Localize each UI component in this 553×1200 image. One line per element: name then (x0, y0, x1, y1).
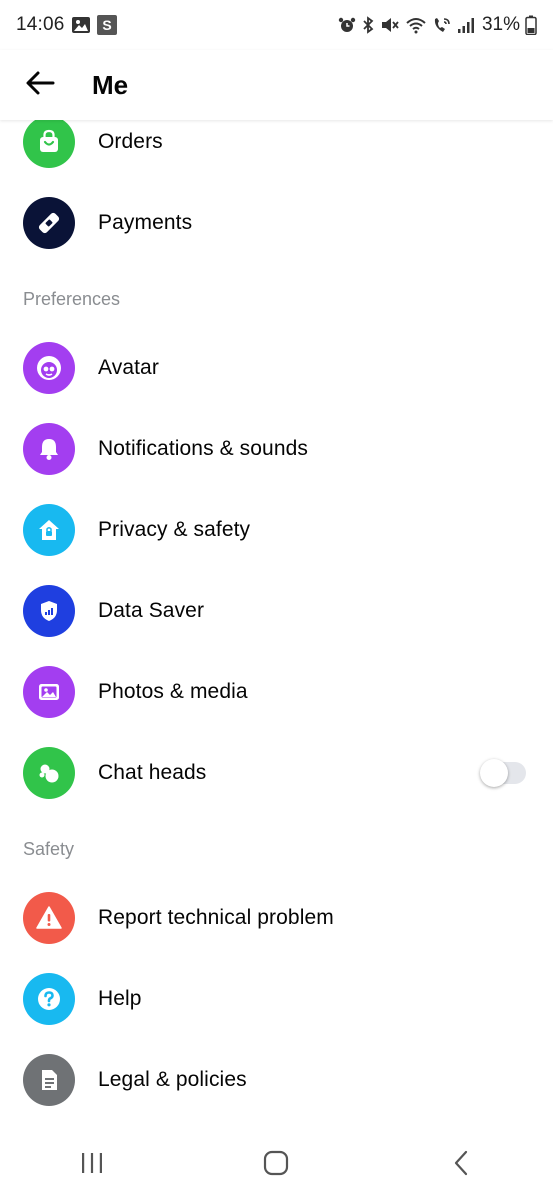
menu-item-label: Payments (98, 210, 193, 234)
menu-item-label: Orders (98, 129, 163, 153)
system-nav-bar (0, 1130, 553, 1200)
menu-item-legal[interactable]: Legal & policies (0, 1039, 553, 1120)
recents-icon (79, 1150, 105, 1181)
chat-heads-toggle[interactable] (480, 758, 526, 787)
menu-item-label: Legal & policies (98, 1067, 247, 1091)
battery-icon (525, 15, 537, 35)
menu-item-payments[interactable]: Payments (0, 182, 553, 263)
house-lock-icon (23, 503, 75, 556)
bell-icon (23, 422, 75, 475)
shield-signal-icon (23, 584, 75, 637)
arrow-left-icon (25, 70, 55, 101)
tag-icon (23, 196, 75, 249)
gallery-icon (71, 16, 91, 34)
alarm-icon (338, 16, 356, 34)
menu-item-label: Report technical problem (98, 905, 334, 929)
warning-icon (23, 891, 75, 944)
app-header: Me (0, 50, 553, 120)
wifi-icon (405, 16, 427, 34)
wifi-calling-icon (432, 16, 452, 34)
status-bar: 14:06 S 31% (0, 0, 553, 50)
status-time: 14:06 (16, 14, 65, 35)
signal-icon (457, 16, 475, 34)
menu-item-report-problem[interactable]: Report technical problem (0, 877, 553, 958)
avatar-face-icon (23, 341, 75, 394)
menu-item-avatar[interactable]: Avatar (0, 327, 553, 408)
menu-item-privacy[interactable]: Privacy & safety (0, 489, 553, 570)
photo-icon (23, 665, 75, 718)
shopping-bag-icon (23, 120, 75, 168)
toggle-knob (480, 758, 508, 787)
recents-button[interactable] (52, 1135, 132, 1195)
chat-heads-icon (23, 746, 75, 799)
menu-item-orders[interactable]: Orders (0, 120, 553, 182)
settings-list[interactable]: Orders Payments Preferences Avatar Notif… (0, 120, 553, 1130)
s-app-icon: S (96, 15, 117, 35)
home-button[interactable] (236, 1135, 316, 1195)
menu-item-help[interactable]: Help (0, 958, 553, 1039)
menu-item-label: Privacy & safety (98, 517, 251, 541)
battery-percentage: 31% (481, 14, 520, 35)
page-title: Me (92, 69, 129, 100)
status-right: 31% (338, 14, 537, 36)
menu-item-label: Chat heads (98, 760, 207, 784)
document-icon (23, 1053, 75, 1106)
question-icon (23, 972, 75, 1025)
status-left: 14:06 S (16, 14, 117, 36)
bluetooth-icon (361, 16, 375, 34)
svg-text:S: S (102, 17, 111, 33)
section-header-preferences: Preferences (23, 289, 121, 309)
menu-item-label: Data Saver (98, 598, 205, 622)
nav-back-button[interactable] (421, 1135, 501, 1195)
mute-icon (380, 16, 400, 34)
menu-item-label: Photos & media (98, 679, 248, 703)
menu-item-photos[interactable]: Photos & media (0, 651, 553, 732)
nav-back-icon (452, 1150, 470, 1181)
menu-item-label: Avatar (98, 355, 159, 379)
back-button[interactable] (0, 50, 80, 120)
menu-item-notifications[interactable]: Notifications & sounds (0, 408, 553, 489)
section-header-safety: Safety (23, 839, 75, 859)
menu-item-chat-heads[interactable]: Chat heads (0, 732, 553, 813)
home-icon (263, 1150, 289, 1181)
menu-item-data-saver[interactable]: Data Saver (0, 570, 553, 651)
menu-item-label: Help (98, 986, 142, 1010)
menu-item-label: Notifications & sounds (98, 436, 308, 460)
